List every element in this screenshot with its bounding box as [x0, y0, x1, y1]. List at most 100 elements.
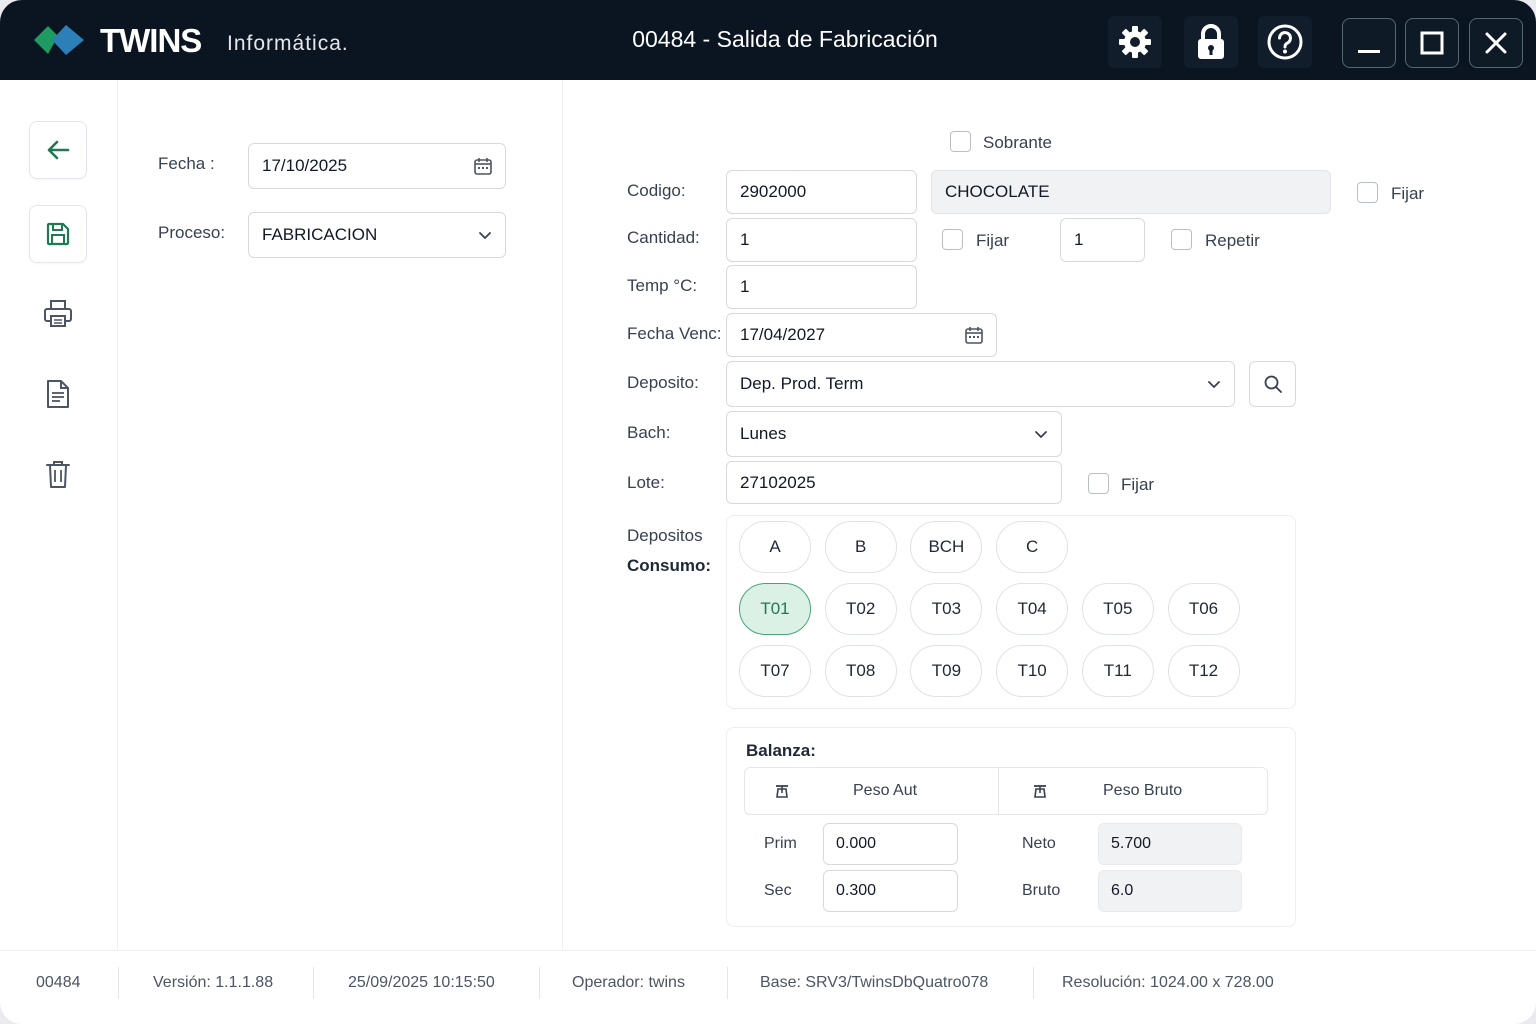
brand-subtitle: Informática. [227, 32, 349, 55]
help-icon [1267, 24, 1303, 60]
deposito-button-t07[interactable]: T07 [739, 645, 811, 697]
status-divider [539, 967, 540, 999]
deposito-button-a[interactable]: A [739, 521, 811, 573]
trash-icon [46, 461, 70, 488]
peso-aut-tab[interactable]: Peso Aut [745, 768, 999, 814]
deposito-button-t06[interactable]: T06 [1167, 583, 1240, 635]
deposito-button-b[interactable]: B [824, 521, 897, 573]
fijar-codigo-label: Fijar [1391, 184, 1425, 203]
maximize-button[interactable] [1405, 18, 1459, 68]
close-icon [1485, 32, 1507, 54]
lote-input[interactable]: 27102025 [726, 461, 1062, 504]
prim-value: 0.000 [836, 835, 877, 852]
temp-label: Temp °C: [627, 276, 698, 295]
arrow-left-icon [47, 140, 70, 160]
proceso-label: Proceso: [158, 223, 226, 242]
deposito-search-button[interactable] [1249, 361, 1296, 407]
window-title: 00484 - Salida de Fabricación [632, 26, 938, 52]
codigo-label: Codigo: [627, 181, 686, 200]
print-button[interactable] [29, 285, 87, 343]
status-operador: Operador: twins [572, 974, 685, 991]
document-button[interactable] [29, 365, 87, 423]
deposito-button-t01[interactable]: T01 [739, 583, 811, 635]
deposito-button-t09[interactable]: T09 [910, 645, 983, 697]
peso-aut-label: Peso Aut [853, 782, 918, 799]
lote-label: Lote: [627, 473, 665, 492]
deposito-button-t04[interactable]: T04 [996, 583, 1069, 635]
bruto-value: 6.0 [1111, 882, 1134, 899]
bach-select[interactable]: Lunes [726, 411, 1062, 457]
deposito-button-t11[interactable]: T11 [1081, 645, 1154, 697]
deposito-select[interactable]: Dep. Prod. Term [726, 361, 1235, 407]
deposito-button-bch[interactable]: BCH [910, 521, 983, 573]
bach-label: Bach: [627, 423, 671, 442]
fecha-input[interactable]: 17/10/2025 [248, 143, 506, 189]
lock-icon [1198, 24, 1224, 59]
deposito-button-t03[interactable]: T03 [910, 583, 983, 635]
status-divider [727, 967, 728, 999]
codigo-input[interactable]: 2902000 [726, 170, 917, 214]
minimize-button[interactable] [1342, 18, 1396, 68]
temp-input[interactable]: 1 [726, 265, 917, 309]
sec-value: 0.300 [836, 882, 877, 899]
deposito-button-c[interactable]: C [996, 521, 1069, 573]
balanza-title: Balanza: [746, 741, 816, 760]
repetir-input[interactable]: 1 [1060, 218, 1145, 262]
repetir-value: 1 [1074, 230, 1084, 249]
deposito-button-t12[interactable]: T12 [1167, 645, 1240, 697]
status-divider [118, 967, 119, 999]
brand-name: TWINS [100, 22, 202, 59]
settings-button[interactable] [1108, 16, 1162, 68]
neto-label: Neto [1022, 835, 1056, 852]
deposito-label: Deposito: [627, 373, 699, 392]
sobrante-checkbox[interactable] [950, 131, 971, 152]
gear-icon [1119, 26, 1151, 58]
status-datetime: 25/09/2025 10:15:50 [348, 974, 495, 991]
repetir-label: Repetir [1205, 231, 1260, 250]
deposito-button-t05[interactable]: T05 [1081, 583, 1154, 635]
neto-field: 5.700 [1098, 823, 1242, 865]
title-bar: TWINS Informática. 00484 - Salida de Fab… [0, 0, 1536, 80]
cantidad-label: Cantidad: [627, 228, 700, 247]
peso-bruto-label: Peso Bruto [1103, 782, 1183, 799]
calendar-icon[interactable] [473, 156, 493, 176]
depositos-consumo-label-1: Depositos [627, 526, 703, 545]
status-base: Base: SRV3/TwinsDbQuatro078 [760, 974, 989, 991]
deposito-button-t10[interactable]: T10 [996, 645, 1069, 697]
repetir-checkbox[interactable] [1171, 229, 1192, 250]
fijar-codigo-checkbox[interactable] [1357, 182, 1378, 203]
status-resolucion: Resolución: 1024.00 x 728.00 [1062, 974, 1274, 991]
lock-button[interactable] [1184, 16, 1238, 68]
cantidad-value: 1 [740, 230, 750, 249]
deposito-button-t02[interactable]: T02 [824, 583, 897, 635]
close-button[interactable] [1469, 18, 1523, 68]
codigo-value: 2902000 [740, 182, 807, 201]
chevron-down-icon [1035, 431, 1047, 438]
save-button[interactable] [29, 205, 87, 263]
calendar-icon[interactable] [964, 325, 984, 345]
proceso-select[interactable]: FABRICACION [248, 212, 506, 258]
neto-value: 5.700 [1111, 835, 1152, 852]
bach-value: Lunes [740, 424, 787, 443]
fijar-cantidad-checkbox[interactable] [942, 229, 963, 250]
deposito-button-t08[interactable]: T08 [824, 645, 897, 697]
scale-icon [1034, 785, 1046, 798]
document-icon [47, 380, 69, 408]
back-button[interactable] [29, 121, 87, 179]
printer-icon [44, 300, 72, 327]
status-code: 00484 [36, 974, 81, 991]
delete-button[interactable] [29, 445, 87, 503]
balanza-header: Peso Aut Peso Bruto [744, 767, 1268, 815]
peso-bruto-tab[interactable]: Peso Bruto [999, 768, 1267, 814]
fecha-venc-label: Fecha Venc: [627, 324, 722, 343]
fecha-venc-input[interactable]: 17/04/2027 [726, 313, 997, 357]
fijar-lote-checkbox[interactable] [1088, 473, 1109, 494]
fecha-label: Fecha : [158, 154, 215, 173]
help-button[interactable] [1258, 16, 1312, 68]
sec-input[interactable]: 0.300 [823, 870, 958, 912]
prim-input[interactable]: 0.000 [823, 823, 958, 865]
fecha-value: 17/10/2025 [262, 156, 348, 175]
cantidad-input[interactable]: 1 [726, 218, 917, 262]
sec-label: Sec [764, 882, 792, 899]
bruto-field: 6.0 [1098, 870, 1242, 912]
